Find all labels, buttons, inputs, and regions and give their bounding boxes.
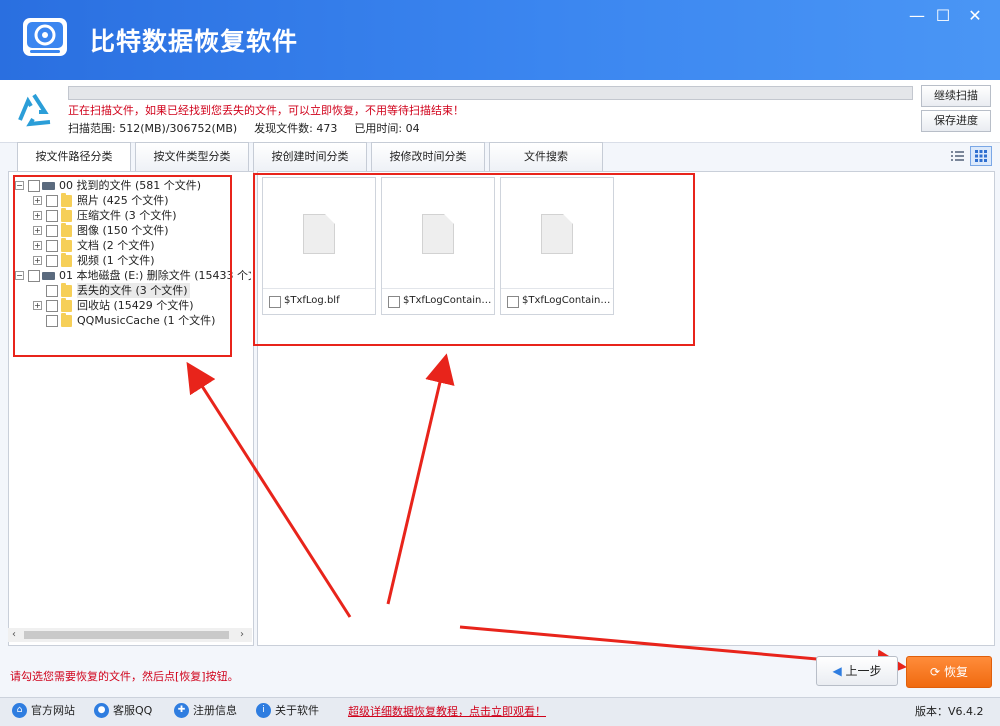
register-info-link[interactable]: ✚ 注册信息 <box>174 703 246 719</box>
version-label: 版本：V6.4.2 <box>915 705 984 718</box>
about-software-link[interactable]: i 关于软件 <box>256 703 328 719</box>
support-qq-link[interactable]: ● 客服QQ <box>94 703 164 719</box>
info-icon: i <box>256 703 271 718</box>
instruction-hint: 请勾选您需要恢复的文件，然后点[恢复]按钮。 <box>10 670 239 683</box>
official-site-link[interactable]: ⌂ 官方网站 <box>12 703 84 719</box>
back-arrow-icon: ◀ <box>832 664 842 678</box>
register-icon: ✚ <box>174 703 189 718</box>
qq-icon: ● <box>94 703 109 718</box>
refresh-icon: ⟳ <box>930 665 941 679</box>
previous-step-button[interactable]: ◀ 上一步 <box>816 656 898 686</box>
tutorial-link[interactable]: 超级详细数据恢复教程，点击立即观看！ <box>348 703 546 719</box>
recover-button[interactable]: ⟳ 恢复 <box>906 656 992 688</box>
annotation-arrows <box>186 353 907 680</box>
annotation-arrow <box>386 353 455 605</box>
annotation-arrow <box>186 361 352 618</box>
home-icon: ⌂ <box>12 703 27 718</box>
